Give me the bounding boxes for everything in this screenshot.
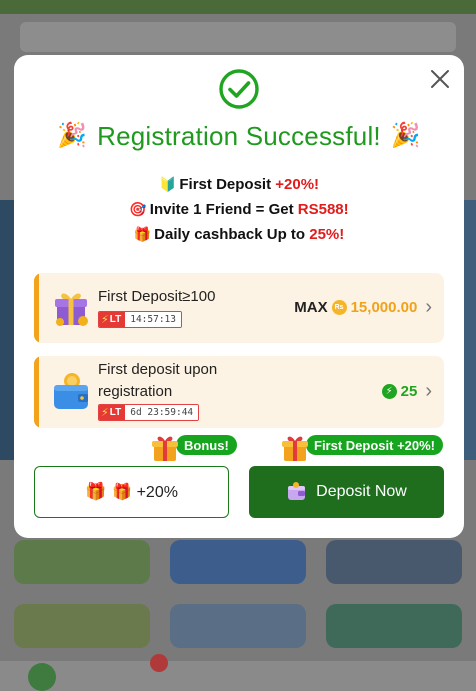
bg-game-tile <box>170 540 306 584</box>
bonus-button-label: 🎁 +20% <box>112 484 178 501</box>
limited-time-label: LT <box>109 407 122 418</box>
countdown-value: 6d 23:59:44 <box>125 405 199 420</box>
bg-game-tile <box>14 540 150 584</box>
max-label: MAX <box>294 298 328 316</box>
offer-card-registration-deposit[interactable]: First deposit upon registration ⚡ LT 6d 2… <box>34 356 444 428</box>
bg-game-tile <box>14 604 150 648</box>
party-popper-icon: 🎉 <box>390 122 421 149</box>
gift-icon: 🎁 <box>85 482 107 501</box>
wallet-icon <box>288 482 306 500</box>
bg-bottom-nav <box>0 661 476 691</box>
bg-game-tile <box>326 604 462 648</box>
party-popper-icon: 🎉 <box>57 122 88 149</box>
wallet-icon <box>54 373 88 409</box>
bg-game-tile <box>170 604 306 648</box>
max-reward-value: 15,000.00 <box>350 298 418 316</box>
perk-text: Daily cashback Up to <box>154 226 310 243</box>
bonus-tag-label: Bonus! <box>176 435 237 455</box>
gift-icon: 🎁 <box>133 226 152 242</box>
bg-game-tile <box>326 540 462 584</box>
bonus-value: 25 <box>400 382 418 400</box>
bg-right-edge <box>462 200 476 460</box>
bg-header-strip <box>0 0 476 14</box>
limited-time-label: LT <box>109 314 122 325</box>
chevron-right-icon[interactable]: › <box>425 381 432 401</box>
bg-banner <box>20 22 456 52</box>
bonus-tag: Bonus! <box>150 433 240 461</box>
title-row: 🎉 Registration Successful! 🎉 <box>14 117 464 155</box>
bg-left-edge <box>0 200 14 460</box>
registration-success-modal: 🎉 Registration Successful! 🎉 🔰 First Depo… <box>14 55 464 538</box>
perk-first-deposit: 🔰 First Deposit +20%! <box>14 176 464 193</box>
countdown-value: 14:57:13 <box>125 312 181 327</box>
countdown-timer: ⚡ LT 14:57:13 <box>98 311 182 328</box>
gift-icon <box>152 436 178 461</box>
target-icon: 🎯 <box>129 201 147 217</box>
deposit-now-label: Deposit Now <box>316 483 407 500</box>
limited-time-badge: ⚡ LT <box>99 405 126 420</box>
beginner-badge-icon: 🔰 <box>158 176 177 192</box>
bolt-coin-icon: ⚡ <box>381 383 397 399</box>
card-accent-bar <box>34 273 39 343</box>
perk-highlight: RS588! <box>297 201 349 218</box>
perk-text: First Deposit <box>179 176 276 193</box>
perk-highlight: +20%! <box>275 176 320 193</box>
bonus-button[interactable]: 🎁 🎁 +20% <box>34 466 229 518</box>
first-deposit-tag: First Deposit +20%! <box>280 433 452 461</box>
perk-highlight: 25%! <box>309 226 345 243</box>
first-deposit-tag-label: First Deposit +20%! <box>306 435 444 455</box>
limited-time-badge: ⚡ LT <box>99 312 126 327</box>
close-icon[interactable] <box>429 68 451 90</box>
perk-text: Invite 1 Friend = Get <box>149 201 298 218</box>
gift-box-icon <box>55 293 88 326</box>
rupee-coin-icon: Rs <box>331 299 347 315</box>
offer-reward: ⚡ 25 › <box>381 381 432 401</box>
lightning-icon: ⚡ <box>101 407 109 419</box>
offer-reward: MAX Rs 15,000.00 › <box>294 297 432 317</box>
success-check-icon <box>219 69 259 109</box>
offer-title: First Deposit≥100 <box>98 288 216 305</box>
modal-title: Registration Successful! <box>97 120 381 151</box>
offer-title: First deposit upon registration <box>98 361 218 400</box>
perk-invite-friend: 🎯 Invite 1 Friend = Get RS588! <box>14 201 464 218</box>
bg-notification-badge <box>150 654 168 672</box>
deposit-now-button[interactable]: Deposit Now <box>249 466 444 518</box>
countdown-timer: ⚡ LT 6d 23:59:44 <box>98 404 200 421</box>
gift-icon <box>282 436 308 461</box>
lightning-icon: ⚡ <box>101 314 109 326</box>
chevron-right-icon[interactable]: › <box>425 297 432 317</box>
bg-nav-icon <box>28 663 56 691</box>
card-accent-bar <box>34 356 39 428</box>
perk-daily-cashback: 🎁 Daily cashback Up to 25%! <box>14 226 464 243</box>
offer-card-first-deposit[interactable]: First Deposit≥100 ⚡ LT 14:57:13 MAX Rs 15… <box>34 273 444 343</box>
close-button[interactable] <box>424 63 456 95</box>
